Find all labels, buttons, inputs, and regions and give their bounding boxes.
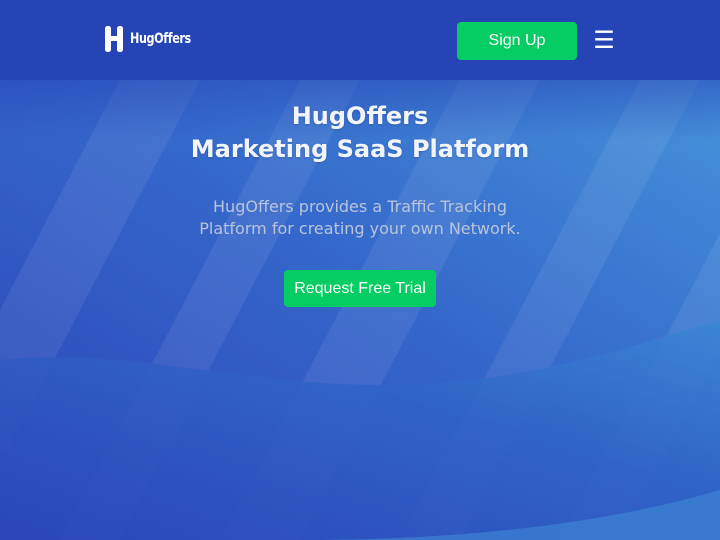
- sign-up-button[interactable]: Sign Up: [457, 22, 577, 60]
- hero-description-line-2: Platform for creating your own Network.: [199, 219, 521, 238]
- h-logo-icon: [105, 26, 123, 52]
- hero-title: HugOffers Marketing SaaS Platform: [0, 100, 720, 166]
- hero-description: HugOffers provides a Traffic Tracking Pl…: [0, 196, 720, 240]
- request-free-trial-button[interactable]: Request Free Trial: [284, 270, 436, 307]
- hero-title-line-2: Marketing SaaS Platform: [190, 135, 530, 163]
- brand-name: HugOffers: [130, 31, 191, 47]
- hero-description-line-1: HugOffers provides a Traffic Tracking: [213, 197, 507, 216]
- hero-title-line-1: HugOffers: [291, 102, 429, 130]
- brand-logo[interactable]: HugOffers: [104, 24, 206, 54]
- hero-section: HugOffers Marketing SaaS Platform HugOff…: [0, 80, 720, 540]
- top-navbar: HugOffers Sign Up ☰: [0, 0, 720, 80]
- hamburger-menu-icon[interactable]: ☰: [590, 26, 618, 54]
